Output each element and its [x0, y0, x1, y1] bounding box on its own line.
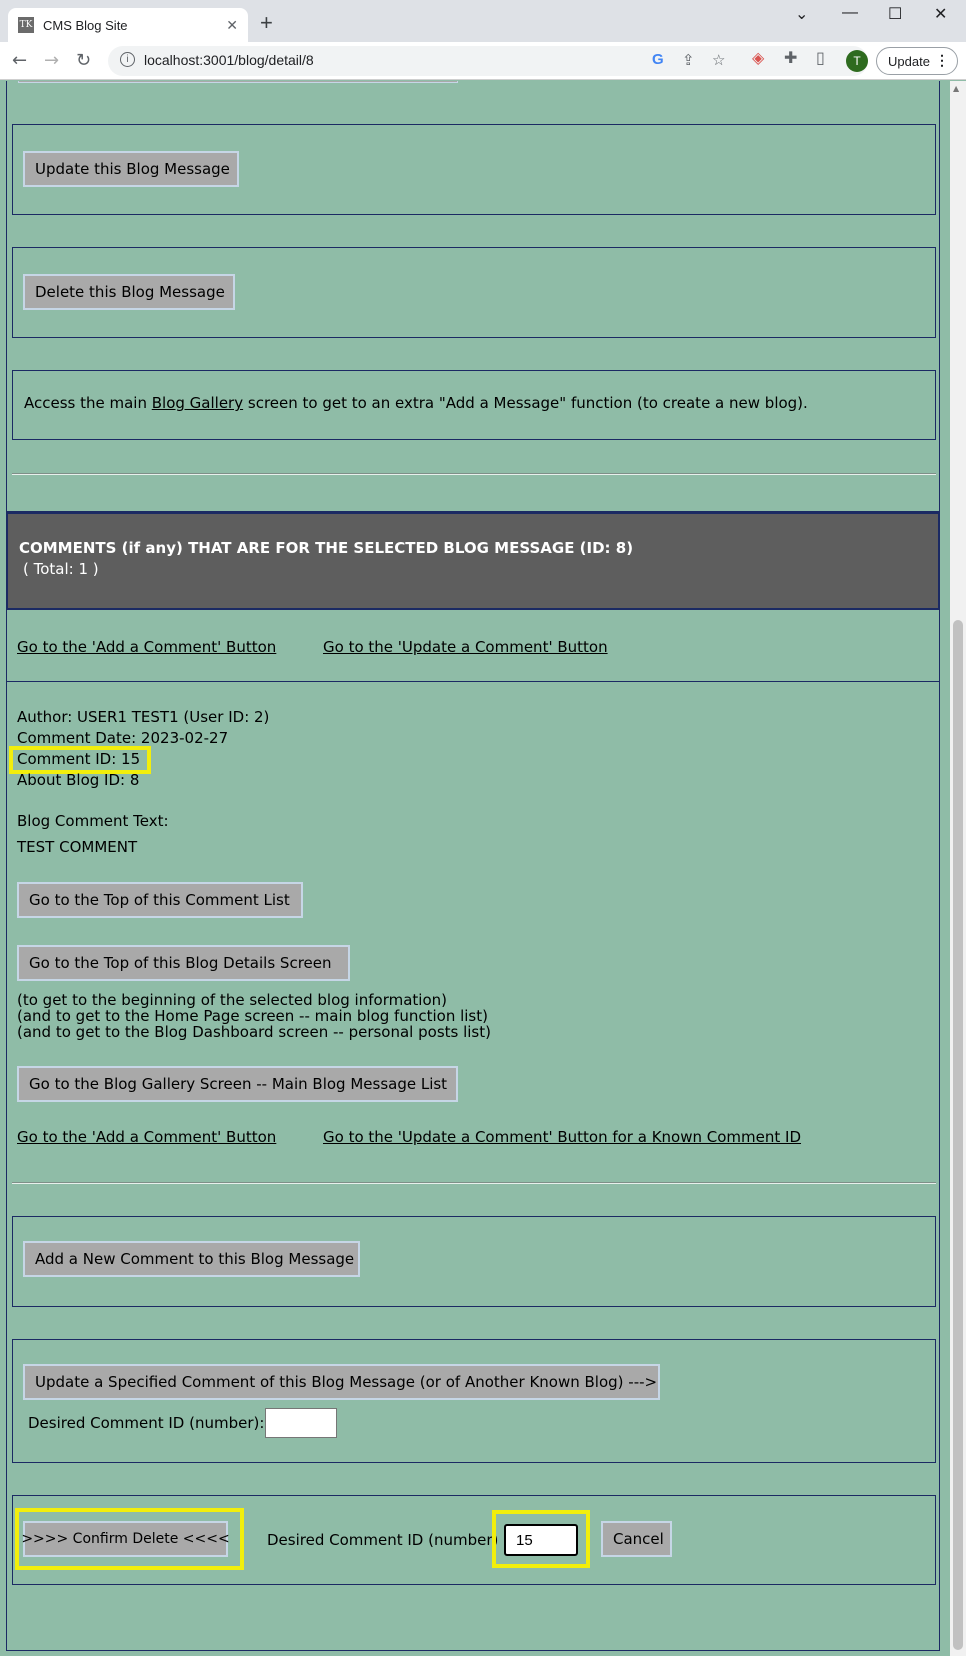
menu-dots-icon[interactable]: ⋮ [935, 52, 949, 69]
tab-title: CMS Blog Site [43, 17, 128, 33]
extension-icon[interactable]: ◈ [752, 48, 764, 67]
delete-comment-id-input[interactable]: 15 [504, 1524, 578, 1556]
update-comment-jump-link[interactable]: Go to the 'Update a Comment' Button [323, 638, 608, 656]
top-of-blog-button[interactable]: Go to the Top of this Blog Details Scree… [17, 945, 350, 981]
delete-comment-id-label: Desired Comment ID (number) [267, 1531, 499, 1549]
comment-text-label: Blog Comment Text: [17, 812, 169, 830]
site-favicon-icon: TK [18, 17, 34, 33]
update-comment-id-input[interactable] [265, 1408, 337, 1438]
update-comment-bottom-link[interactable]: Go to the 'Update a Comment' Button for … [323, 1128, 801, 1146]
minimize-icon[interactable]: — [842, 4, 858, 22]
gallery-info-text: Access the main Blog Gallery screen to g… [24, 394, 808, 412]
update-comment-id-label: Desired Comment ID (number): [28, 1414, 265, 1432]
browser-toolbar: ← → ↻ i localhost:3001/blog/detail/8 G ⇪… [0, 42, 966, 80]
section-divider [6, 681, 940, 682]
browser-update-label: Update [888, 53, 930, 69]
comments-header-title: COMMENTS (if any) THAT ARE FOR THE SELEC… [19, 539, 634, 557]
extensions-puzzle-icon[interactable]: ✚ [784, 48, 797, 67]
tab-search-icon[interactable]: ⌄ [795, 4, 808, 24]
confirm-delete-button[interactable]: >>>> Confirm Delete <<<< [21, 1521, 230, 1557]
gallery-text-before: Access the main [24, 394, 152, 412]
url-text: localhost:3001/blog/detail/8 [144, 52, 314, 68]
new-tab-icon[interactable]: + [260, 10, 273, 36]
top-of-comments-button[interactable]: Go to the Top of this Comment List [17, 882, 303, 918]
reload-icon[interactable]: ↻ [76, 50, 91, 71]
blog-gallery-link[interactable]: Blog Gallery [152, 394, 243, 412]
comment-id-highlight [9, 746, 151, 774]
add-comment-button[interactable]: Add a New Comment to this Blog Message [23, 1241, 360, 1277]
tab-close-icon[interactable]: ✕ [226, 17, 238, 34]
comments-header: COMMENTS (if any) THAT ARE FOR THE SELEC… [6, 512, 940, 610]
comments-total: ( Total: 1 ) [23, 560, 99, 578]
previous-button-edge[interactable] [18, 81, 458, 83]
google-lens-icon[interactable]: G [652, 51, 664, 68]
scroll-up-arrow-icon[interactable]: ▲ [953, 84, 959, 93]
update-comment-frame [12, 1339, 936, 1463]
back-icon[interactable]: ← [12, 50, 27, 71]
site-info-icon[interactable]: i [120, 52, 135, 67]
forward-icon[interactable]: → [44, 50, 59, 71]
page-viewport: Update this Blog Message Delete this Blo… [0, 81, 950, 1656]
comment-blog-id: About Blog ID: 8 [17, 771, 140, 789]
browser-update-button[interactable]: Update ⋮ [876, 47, 958, 75]
add-comment-bottom-link[interactable]: Go to the 'Add a Comment' Button [17, 1128, 276, 1146]
bookmark-star-icon[interactable]: ☆ [712, 51, 725, 69]
update-blog-button[interactable]: Update this Blog Message [23, 151, 239, 187]
window-close-icon[interactable]: ✕ [934, 4, 947, 24]
gallery-screen-button[interactable]: Go to the Blog Gallery Screen -- Main Bl… [17, 1066, 458, 1102]
browser-tab[interactable]: TK CMS Blog Site ✕ [8, 8, 248, 42]
delete-blog-button[interactable]: Delete this Blog Message [23, 274, 235, 310]
share-icon[interactable]: ⇪ [682, 51, 695, 69]
nav-note-3: (and to get to the Blog Dashboard screen… [17, 1023, 491, 1041]
gallery-text-after: screen to get to an extra "Add a Message… [243, 394, 808, 412]
update-comment-button[interactable]: Update a Specified Comment of this Blog … [23, 1364, 660, 1400]
divider [12, 473, 936, 475]
divider [12, 1182, 936, 1184]
side-panel-icon[interactable]: ▯ [816, 48, 825, 67]
profile-avatar[interactable]: T [846, 50, 868, 72]
comment-date: Comment Date: 2023-02-27 [17, 729, 229, 747]
browser-titlebar: TK CMS Blog Site ✕ + ⌄ — ☐ ✕ [0, 0, 966, 42]
comment-author: Author: USER1 TEST1 (User ID: 2) [17, 708, 270, 726]
comment-text: TEST COMMENT [17, 838, 138, 856]
cancel-button[interactable]: Cancel [601, 1521, 672, 1557]
add-comment-jump-link[interactable]: Go to the 'Add a Comment' Button [17, 638, 276, 656]
scrollbar-thumb[interactable] [953, 620, 963, 1650]
maximize-icon[interactable]: ☐ [888, 4, 902, 24]
